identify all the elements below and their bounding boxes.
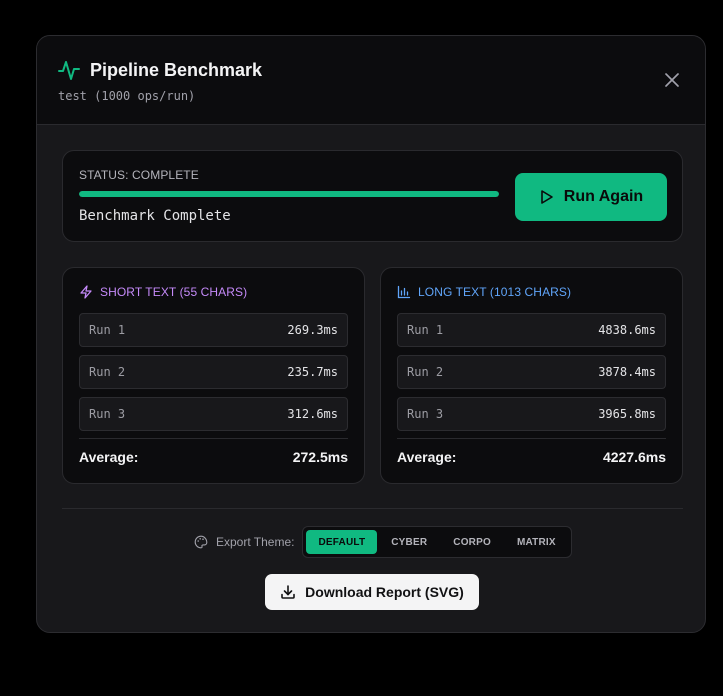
bar-chart-icon xyxy=(397,285,411,299)
status-label: STATUS: COMPLETE xyxy=(79,168,199,182)
status-card: STATUS: COMPLETE Benchmark Complete Run … xyxy=(62,150,683,242)
run-label: Run 3 xyxy=(89,407,126,421)
run-label: Run 3 xyxy=(407,407,444,421)
palette-icon xyxy=(194,535,208,549)
divider xyxy=(79,438,348,439)
average-value: 4227.6ms xyxy=(602,449,666,465)
progress-fill xyxy=(79,191,499,197)
run-value: 235.7ms xyxy=(287,365,338,379)
page-subtitle: test (1000 ops/run) xyxy=(58,89,196,103)
close-icon[interactable] xyxy=(663,71,681,89)
long-run-row-3: Run 3 3965.8ms xyxy=(397,397,666,431)
long-text-card: LONG TEXT (1013 CHARS) Run 1 4838.6ms Ru… xyxy=(380,267,683,484)
average-label: Average: xyxy=(397,449,457,465)
play-icon xyxy=(540,190,553,204)
run-label: Run 2 xyxy=(89,365,126,379)
run-label: Run 2 xyxy=(407,365,444,379)
run-value: 312.6ms xyxy=(287,407,338,421)
download-report-button[interactable]: Download Report (SVG) xyxy=(265,574,479,610)
short-text-card: SHORT TEXT (55 CHARS) Run 1 269.3ms Run … xyxy=(62,267,365,484)
run-again-label: Run Again xyxy=(563,188,644,205)
theme-selector: DEFAULT CYBER CORPO MATRIX xyxy=(302,526,572,558)
short-run-row-3: Run 3 312.6ms xyxy=(79,397,348,431)
divider xyxy=(397,438,666,439)
modal-header: Pipeline Benchmark test (1000 ops/run) xyxy=(37,36,705,125)
run-again-button[interactable]: Run Again xyxy=(515,173,667,221)
long-text-title: LONG TEXT (1013 CHARS) xyxy=(418,285,572,299)
progress-bar xyxy=(79,191,499,197)
short-run-row-1: Run 1 269.3ms xyxy=(79,313,348,347)
average-label: Average: xyxy=(79,449,139,465)
theme-option-matrix[interactable]: MATRIX xyxy=(505,530,568,554)
long-run-row-2: Run 2 3878.4ms xyxy=(397,355,666,389)
run-value: 3965.8ms xyxy=(598,407,656,421)
short-text-title: SHORT TEXT (55 CHARS) xyxy=(100,285,248,299)
run-value: 3878.4ms xyxy=(598,365,656,379)
export-theme-label: Export Theme: xyxy=(216,535,295,549)
section-divider xyxy=(62,508,683,509)
page-title: Pipeline Benchmark xyxy=(90,60,263,80)
long-text-header: LONG TEXT (1013 CHARS) xyxy=(397,285,571,299)
run-value: 269.3ms xyxy=(287,323,338,337)
theme-option-corpo[interactable]: CORPO xyxy=(441,530,503,554)
long-run-row-1: Run 1 4838.6ms xyxy=(397,313,666,347)
download-label: Download Report (SVG) xyxy=(305,584,464,600)
run-label: Run 1 xyxy=(407,323,444,337)
run-label: Run 1 xyxy=(89,323,126,337)
theme-option-default[interactable]: DEFAULT xyxy=(306,530,378,554)
lightning-icon xyxy=(80,285,92,299)
theme-option-cyber[interactable]: CYBER xyxy=(379,530,439,554)
export-theme-row: Export Theme: DEFAULT CYBER CORPO MATRIX xyxy=(194,526,572,558)
status-message: Benchmark Complete xyxy=(79,208,231,224)
run-value: 4838.6ms xyxy=(598,323,656,337)
short-run-row-2: Run 2 235.7ms xyxy=(79,355,348,389)
short-text-header: SHORT TEXT (55 CHARS) xyxy=(79,285,247,299)
activity-pulse-icon xyxy=(58,61,80,80)
download-icon xyxy=(281,585,295,599)
benchmark-modal: Pipeline Benchmark test (1000 ops/run) S… xyxy=(36,35,706,633)
average-value: 272.5ms xyxy=(292,449,348,465)
